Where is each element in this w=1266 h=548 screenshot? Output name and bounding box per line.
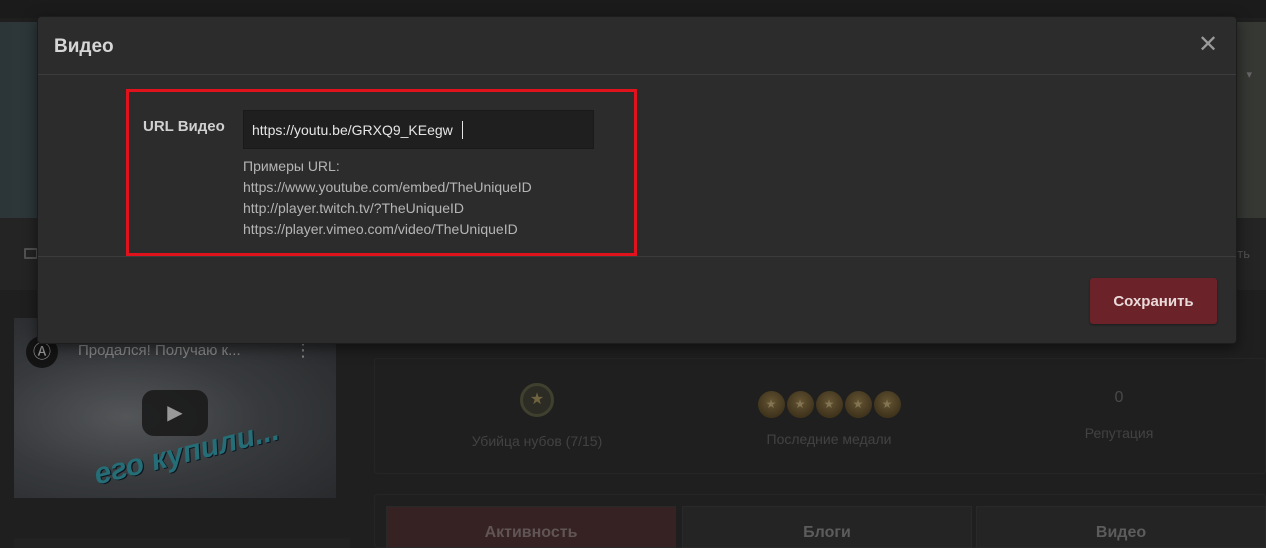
close-icon[interactable]: ✕ xyxy=(1196,33,1220,57)
text-cursor xyxy=(462,121,463,139)
url-examples-help: Примеры URL: https://www.youtube.com/emb… xyxy=(243,156,532,240)
video-url-form-row: URL Видео Примеры URL: https://www.youtu… xyxy=(38,76,1236,257)
video-modal: Видео ✕ URL Видео Примеры URL: https://w… xyxy=(37,16,1237,344)
video-url-input[interactable] xyxy=(243,110,594,149)
help-example-vimeo: https://player.vimeo.com/video/TheUnique… xyxy=(243,221,518,237)
video-url-label: URL Видео xyxy=(143,118,225,135)
modal-header: Видео ✕ xyxy=(38,17,1236,75)
help-title: Примеры URL: xyxy=(243,158,340,174)
help-example-twitch: http://player.twitch.tv/?TheUniqueID xyxy=(243,200,464,216)
modal-title: Видео xyxy=(54,36,114,57)
save-button[interactable]: Сохранить xyxy=(1090,278,1217,324)
help-example-youtube: https://www.youtube.com/embed/TheUniqueI… xyxy=(243,179,532,195)
